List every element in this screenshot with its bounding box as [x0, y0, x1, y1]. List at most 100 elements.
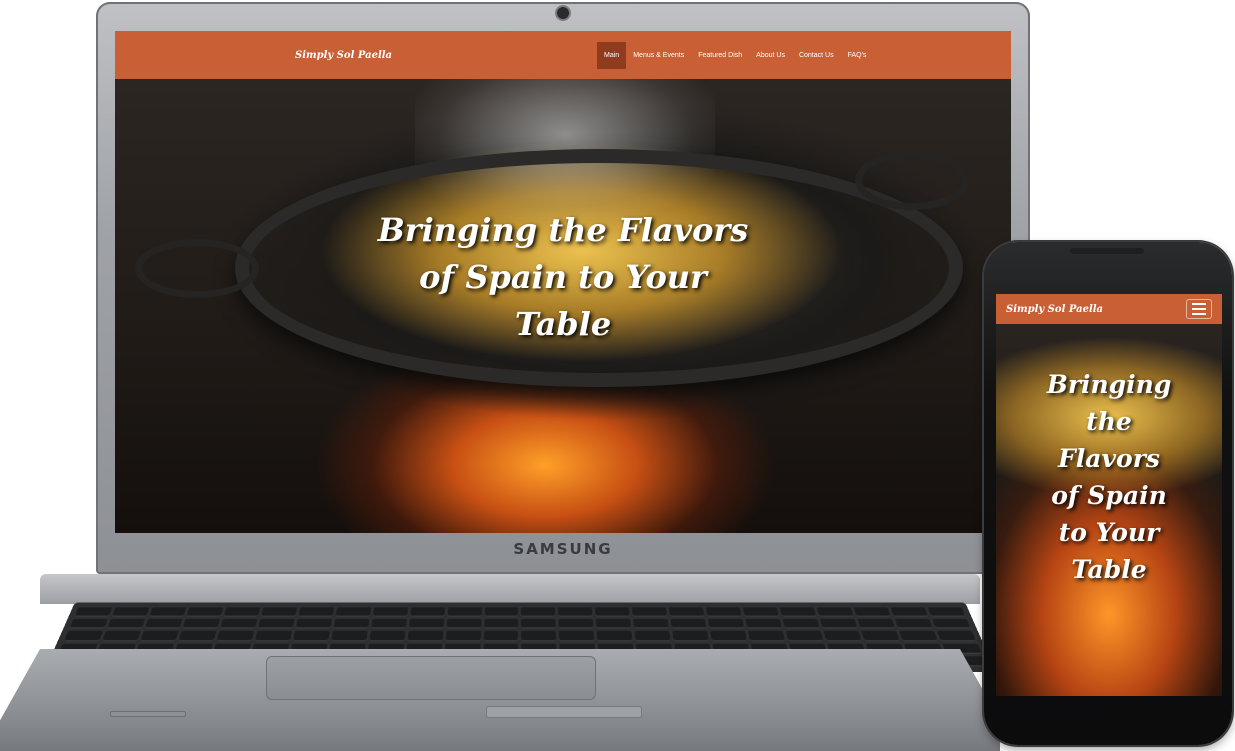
laptop-brand-logo: SAMSUNG [513, 540, 613, 558]
keyboard-key [706, 607, 743, 617]
keyboard-key [853, 607, 892, 617]
keyboard-key [63, 631, 103, 641]
mobile-hero-heading: Bringing the Flavors of Spain to Your Ta… [996, 366, 1222, 588]
keyboard-key [186, 607, 224, 617]
keyboard-key [330, 631, 368, 641]
keyboard-key [558, 607, 594, 617]
keyboard-key [297, 607, 334, 617]
keyboard-key [670, 619, 707, 629]
keyboard-key [445, 631, 481, 641]
keyboard-key [69, 619, 108, 629]
mobile-hero-heading-line: to Your [1058, 518, 1160, 547]
keyboard-key [745, 619, 783, 629]
nav-item-featured-dish[interactable]: Featured Dish [691, 42, 749, 69]
nav-item-main[interactable]: Main [597, 41, 627, 69]
keyboard-key [899, 631, 938, 641]
hamburger-menu-icon[interactable] [1186, 299, 1212, 319]
keyboard-key [820, 619, 858, 629]
keyboard-key [333, 619, 370, 629]
keyboard-key [483, 619, 519, 629]
keyboard-key [140, 631, 179, 641]
mobile-hero-heading-line: of Spain [1051, 481, 1167, 510]
keyboard-key [785, 631, 824, 641]
keyboard-key [408, 619, 444, 629]
keyboard-key [74, 607, 113, 617]
hero-section: Bringing the Flavors of Spain to Your Ta… [115, 79, 1011, 533]
nav-item-contact-us[interactable]: Contact Us [792, 42, 841, 69]
keyboard-key [710, 631, 748, 641]
mobile-hero-heading-line: Bringing [1046, 370, 1172, 399]
keyboard-key [521, 631, 557, 641]
hero-heading-line: Table [514, 305, 612, 343]
keyboard-key [483, 631, 519, 641]
keyboard-key [260, 607, 298, 617]
laptop-base [0, 574, 1000, 751]
pan-handle-right [855, 151, 969, 210]
mobile-hero-heading-line: Table [1071, 555, 1147, 584]
keyboard-key [144, 619, 183, 629]
keyboard-key [782, 619, 821, 629]
laptop-hinge [40, 574, 980, 604]
status-led [110, 711, 186, 717]
keyboard-key [446, 607, 482, 617]
mobile-navbar: Simply Sol Paella [996, 294, 1222, 324]
keyboard-key [292, 631, 330, 641]
hero-heading: Bringing the Flavors of Spain to Your Ta… [115, 207, 1011, 348]
keyboard-key [148, 607, 187, 617]
keyboard-key [669, 607, 705, 617]
touchpad [266, 656, 596, 700]
keyboard-key [102, 631, 141, 641]
phone-screen: Simply Sol Paella Bringing the Flavors o… [996, 294, 1222, 696]
keyboard-key [595, 607, 631, 617]
keyboard-key [407, 631, 443, 641]
keyboard-key [857, 619, 896, 629]
keyboard-key [372, 607, 408, 617]
hero-heading-line: of Spain to Your [419, 258, 707, 296]
keyboard-key [106, 619, 146, 629]
keyboard-key [558, 619, 594, 629]
keyboard-key [823, 631, 862, 641]
keyboard-key [559, 631, 595, 641]
keyboard-key [182, 619, 220, 629]
keyboard-key [409, 607, 445, 617]
keyboard-key [370, 619, 407, 629]
keyboard-key [521, 619, 557, 629]
keyboard-key [484, 607, 519, 617]
keyboard-key [521, 607, 556, 617]
nav-item-faqs[interactable]: FAQ's [841, 42, 874, 69]
phone-speaker [1070, 248, 1144, 254]
mobile-hero-heading-line: the [1086, 407, 1132, 436]
keyboard-key [257, 619, 295, 629]
keyboard-key [890, 607, 929, 617]
keyboard-key [368, 631, 406, 641]
nav-item-menus-events[interactable]: Menus & Events [626, 42, 691, 69]
keyboard-key [708, 619, 745, 629]
keyboard-key [932, 619, 971, 629]
keyboard-key [742, 607, 780, 617]
keyboard-key [178, 631, 217, 641]
keyboard-key [223, 607, 261, 617]
keyboard-key [597, 631, 633, 641]
laptop-screen: Simply Sol Paella Main Menus & Events Fe… [115, 31, 1011, 533]
webcam-icon [557, 7, 569, 19]
site-navbar: Simply Sol Paella Main Menus & Events Fe… [115, 31, 1011, 79]
keyboard-key [779, 607, 817, 617]
keyboard-key [816, 607, 854, 617]
keyboard-key [894, 619, 934, 629]
keyboard-key [254, 631, 292, 641]
keyboard-key [927, 607, 966, 617]
nav-links: Main Menus & Events Featured Dish About … [597, 41, 874, 69]
keyboard-key [446, 619, 482, 629]
keyboard-key [596, 619, 632, 629]
keyboard-key [219, 619, 258, 629]
keyboard-key [632, 607, 668, 617]
mobile-hero-heading-line: Flavors [1058, 444, 1160, 473]
mobile-site-logo[interactable]: Simply Sol Paella [1006, 304, 1103, 315]
keyboard-key [335, 607, 371, 617]
keyboard-key [216, 631, 255, 641]
keyboard-key [937, 631, 977, 641]
front-lip [486, 706, 642, 718]
site-logo[interactable]: Simply Sol Paella [295, 50, 392, 61]
nav-item-about-us[interactable]: About Us [749, 42, 792, 69]
keyboard-key [295, 619, 332, 629]
